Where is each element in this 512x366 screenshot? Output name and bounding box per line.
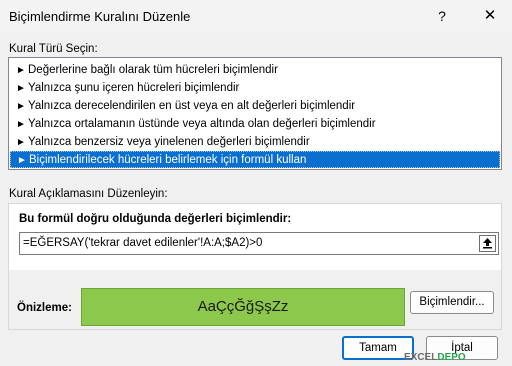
triangle-arrow-right-icon: ► [16,137,26,148]
rule-type-item-label: Biçimlendirilecek hücreleri belirlemek i… [29,154,307,166]
triangle-arrow-right-icon: ► [16,83,26,94]
rule-type-item[interactable]: ► Yalnızca derecelendirilen en üst veya e… [10,98,500,115]
edit-formatting-rule-dialog: Biçimlendirme Kuralını Düzenle ? ✕ Kural… [0,0,512,366]
rule-type-item-label: Yalnızca şunu içeren hücreleri biçimlend… [28,82,240,94]
rule-description-label: Kural Açıklamasını Düzenleyin: [9,188,168,200]
triangle-arrow-right-icon: ► [16,119,26,130]
range-select-arrow-icon [483,238,492,249]
rule-type-item-selected[interactable]: ► Biçimlendirilecek hücreleri belirlemek … [10,151,500,168]
format-button[interactable]: Biçimlendir... [410,291,494,314]
formula-heading: Bu formül doğru olduğunda değerleri biçi… [19,213,292,225]
formula-input[interactable]: =EĞERSAY('tekrar davet edilenler'!A:A;$A… [19,232,499,255]
rule-type-item[interactable]: ► Değerlerine bağlı olarak tüm hücreleri … [10,62,500,79]
formula-value: =EĞERSAY('tekrar davet edilenler'!A:A;$A… [23,237,263,249]
preview-label: Önizleme: [17,302,72,314]
watermark-part2: DEPO [437,352,466,363]
rule-type-item[interactable]: ► Yalnızca şunu içeren hücreleri biçimlen… [10,80,500,97]
rule-type-label-text: Kural Türü Seçin: [9,43,98,55]
rule-description-label-text: Kural Açıklamasını Düzenleyin: [9,188,168,200]
triangle-arrow-right-icon: ► [17,155,27,166]
close-button[interactable]: ✕ [474,4,506,28]
title-bar: Biçimlendirme Kuralını Düzenle ? ✕ [0,0,512,32]
triangle-arrow-right-icon: ► [16,65,26,76]
dialog-title: Biçimlendirme Kuralını Düzenle [9,9,191,24]
rule-description-panel: Bu formül doğru olduğunda değerleri biçi… [8,203,502,330]
rule-type-item-label: Yalnızca derecelendirilen en üst veya en… [28,100,356,112]
watermark-logo: EXCELDEPO [404,352,512,366]
help-button[interactable]: ? [426,4,458,28]
format-preview: AaÇçĞğŞşZz [81,288,405,326]
triangle-arrow-right-icon: ► [16,101,26,112]
rule-type-list[interactable]: ► Değerlerine bağlı olarak tüm hücreleri … [8,57,502,170]
formula-section: Bu formül doğru olduğunda değerleri biçi… [9,204,501,270]
rule-type-item-label: Değerlerine bağlı olarak tüm hücreleri b… [28,64,278,76]
rule-type-item[interactable]: ► Yalnızca ortalamanın üstünde veya altın… [10,116,500,133]
collapse-dialog-button[interactable] [479,235,496,252]
rule-type-label: Kural Türü Seçin: [9,43,98,55]
rule-type-item-label: Yalnızca ortalamanın üstünde veya altınd… [28,118,376,130]
rule-type-item[interactable]: ► Yalnızca benzersiz veya yinelenen değer… [10,134,500,151]
rule-type-item-label: Yalnızca benzersiz veya yinelenen değerl… [28,136,310,148]
watermark-part1: EXCEL [404,352,438,363]
